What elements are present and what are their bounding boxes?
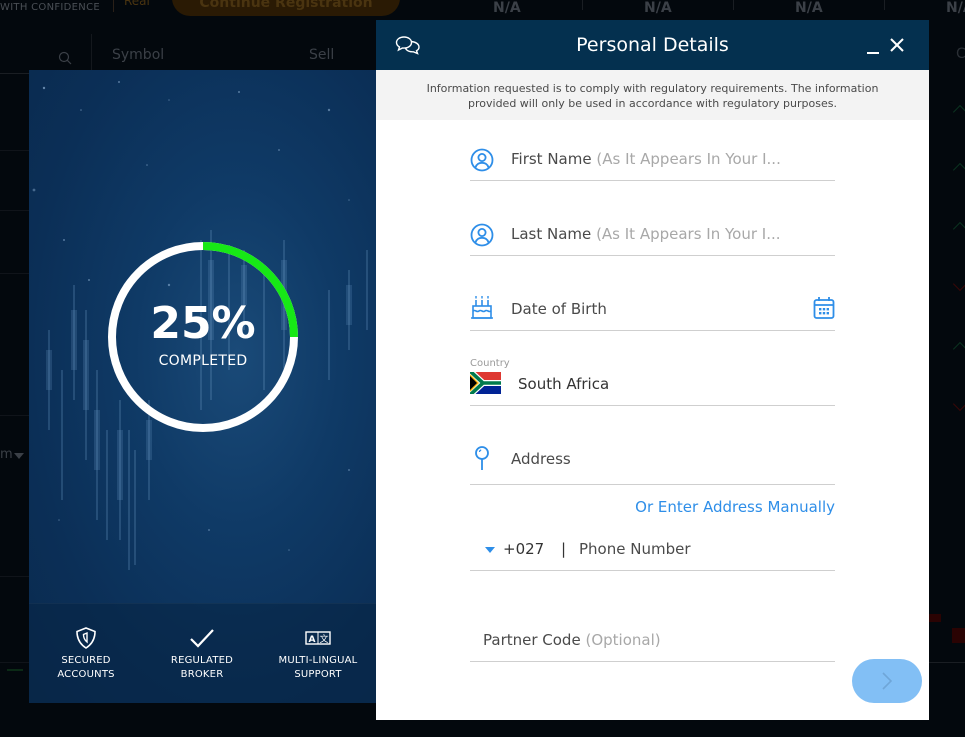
phone-field[interactable]: +027 | Phone Number <box>470 530 835 571</box>
price-na: N/A <box>644 0 672 16</box>
column-header-sell: Sell <box>309 47 335 63</box>
enter-address-manually-link[interactable]: Or Enter Address Manually <box>635 498 835 516</box>
price-separator <box>582 0 583 10</box>
close-icon[interactable] <box>888 36 906 54</box>
trust-features-bar: SECURED ACCOUNTS REGULATED BROKER A 文 MU… <box>29 603 376 703</box>
feature-regulated-broker: REGULATED BROKER <box>147 626 257 682</box>
feature-secured-accounts: SECURED ACCOUNTS <box>31 626 141 682</box>
progress-readout: 25% COMPLETED <box>107 241 299 433</box>
first-name-hint: (As It Appears In Your I... <box>596 150 781 168</box>
regulatory-notice: Information requested is to comply with … <box>376 70 929 120</box>
location-pin-icon <box>475 446 489 470</box>
header-divider <box>113 0 114 12</box>
progress-caption: COMPLETED <box>158 353 248 369</box>
arrow-down-icon <box>952 396 965 412</box>
dialog-header: Personal Details <box>376 20 929 70</box>
price-na: N/A <box>493 0 521 16</box>
chevron-right-icon <box>882 672 893 690</box>
birthday-cake-icon <box>471 296 493 319</box>
arrow-up-icon <box>952 104 965 120</box>
partner-code-placeholder: Partner Code (Optional) <box>483 631 661 649</box>
caret-down-icon <box>14 453 24 459</box>
address-field[interactable]: Address <box>470 440 835 485</box>
next-button[interactable] <box>852 659 922 703</box>
continue-registration-button: Continue Registration <box>172 0 400 16</box>
dialog-title: Personal Details <box>576 34 729 56</box>
symbol-search-box <box>0 34 92 74</box>
column-header-symbol: Symbol <box>112 47 165 63</box>
last-name-field[interactable]: Last Name (As It Appears In Your I... <box>470 215 835 256</box>
arrow-up-icon <box>952 221 965 237</box>
registration-progress-panel: 25% COMPLETED SECURED ACCOUNTS REGULATED… <box>29 70 376 703</box>
calendar-icon[interactable] <box>813 296 835 320</box>
timeframe-selector: m <box>0 447 13 462</box>
price-na: N/A <box>795 0 823 16</box>
partner-code-field[interactable]: Partner Code (Optional) <box>470 620 835 662</box>
row-divider <box>0 662 29 663</box>
country-caption: Country <box>470 358 510 369</box>
first-name-label: First Name <box>511 150 592 168</box>
search-icon <box>58 51 72 65</box>
checkmark-icon <box>190 629 214 648</box>
arrow-down-icon <box>952 276 965 292</box>
row-divider <box>0 150 29 151</box>
personal-details-dialog: Personal Details Information requested i… <box>376 20 929 720</box>
arrow-up-icon <box>952 341 965 357</box>
country-value: South Africa <box>518 375 610 393</box>
partner-code-hint: (Optional) <box>585 631 661 649</box>
last-name-hint: (As It Appears In Your I... <box>596 225 781 243</box>
country-code-caret-icon[interactable] <box>485 547 495 553</box>
country-select[interactable]: South Africa <box>470 370 835 406</box>
date-of-birth-field[interactable]: Date of Birth <box>470 290 835 331</box>
feature-label: SECURED ACCOUNTS <box>57 655 115 680</box>
minimize-button[interactable] <box>865 36 881 56</box>
price-separator <box>733 0 734 10</box>
last-name-label: Last Name <box>511 225 592 243</box>
first-name-placeholder: First Name (As It Appears In Your I... <box>511 150 781 168</box>
row-divider <box>0 576 29 577</box>
logo-tagline: WITH CONFIDENCE <box>0 2 100 13</box>
address-label: Address <box>511 450 571 468</box>
column-header-truncated: C <box>956 46 965 62</box>
user-icon <box>470 223 494 247</box>
partner-code-label: Partner Code <box>483 631 581 649</box>
arrow-up-icon <box>952 162 965 178</box>
feature-multilingual-support: A 文 MULTI-LINGUAL SUPPORT <box>263 626 373 682</box>
row-divider <box>0 415 29 416</box>
last-name-placeholder: Last Name (As It Appears In Your I... <box>511 225 781 243</box>
price-separator <box>884 0 885 10</box>
chart-candle <box>952 628 965 643</box>
translate-icon: A 文 <box>305 631 331 645</box>
chart-candle <box>929 614 941 622</box>
svg-text:A: A <box>309 635 316 645</box>
price-na: N/A <box>946 0 965 16</box>
row-divider <box>0 273 29 274</box>
user-icon <box>470 148 494 172</box>
row-divider <box>0 210 29 211</box>
country-code[interactable]: +027 <box>503 540 544 558</box>
chart-divider <box>929 662 965 663</box>
feature-label: REGULATED BROKER <box>170 655 234 680</box>
south-africa-flag-icon <box>470 372 501 394</box>
account-mode-label: Real <box>124 0 150 8</box>
phone-number-label: Phone Number <box>579 540 691 558</box>
feature-label: MULTI-LINGUAL SUPPORT <box>278 655 358 680</box>
svg-text:文: 文 <box>319 633 328 645</box>
chart-candle <box>7 669 23 671</box>
phone-separator: | <box>561 540 567 558</box>
first-name-field[interactable]: First Name (As It Appears In Your I... <box>470 140 835 181</box>
progress-percent: 25% <box>150 298 256 349</box>
date-of-birth-label: Date of Birth <box>511 300 607 318</box>
shield-icon <box>76 627 96 649</box>
